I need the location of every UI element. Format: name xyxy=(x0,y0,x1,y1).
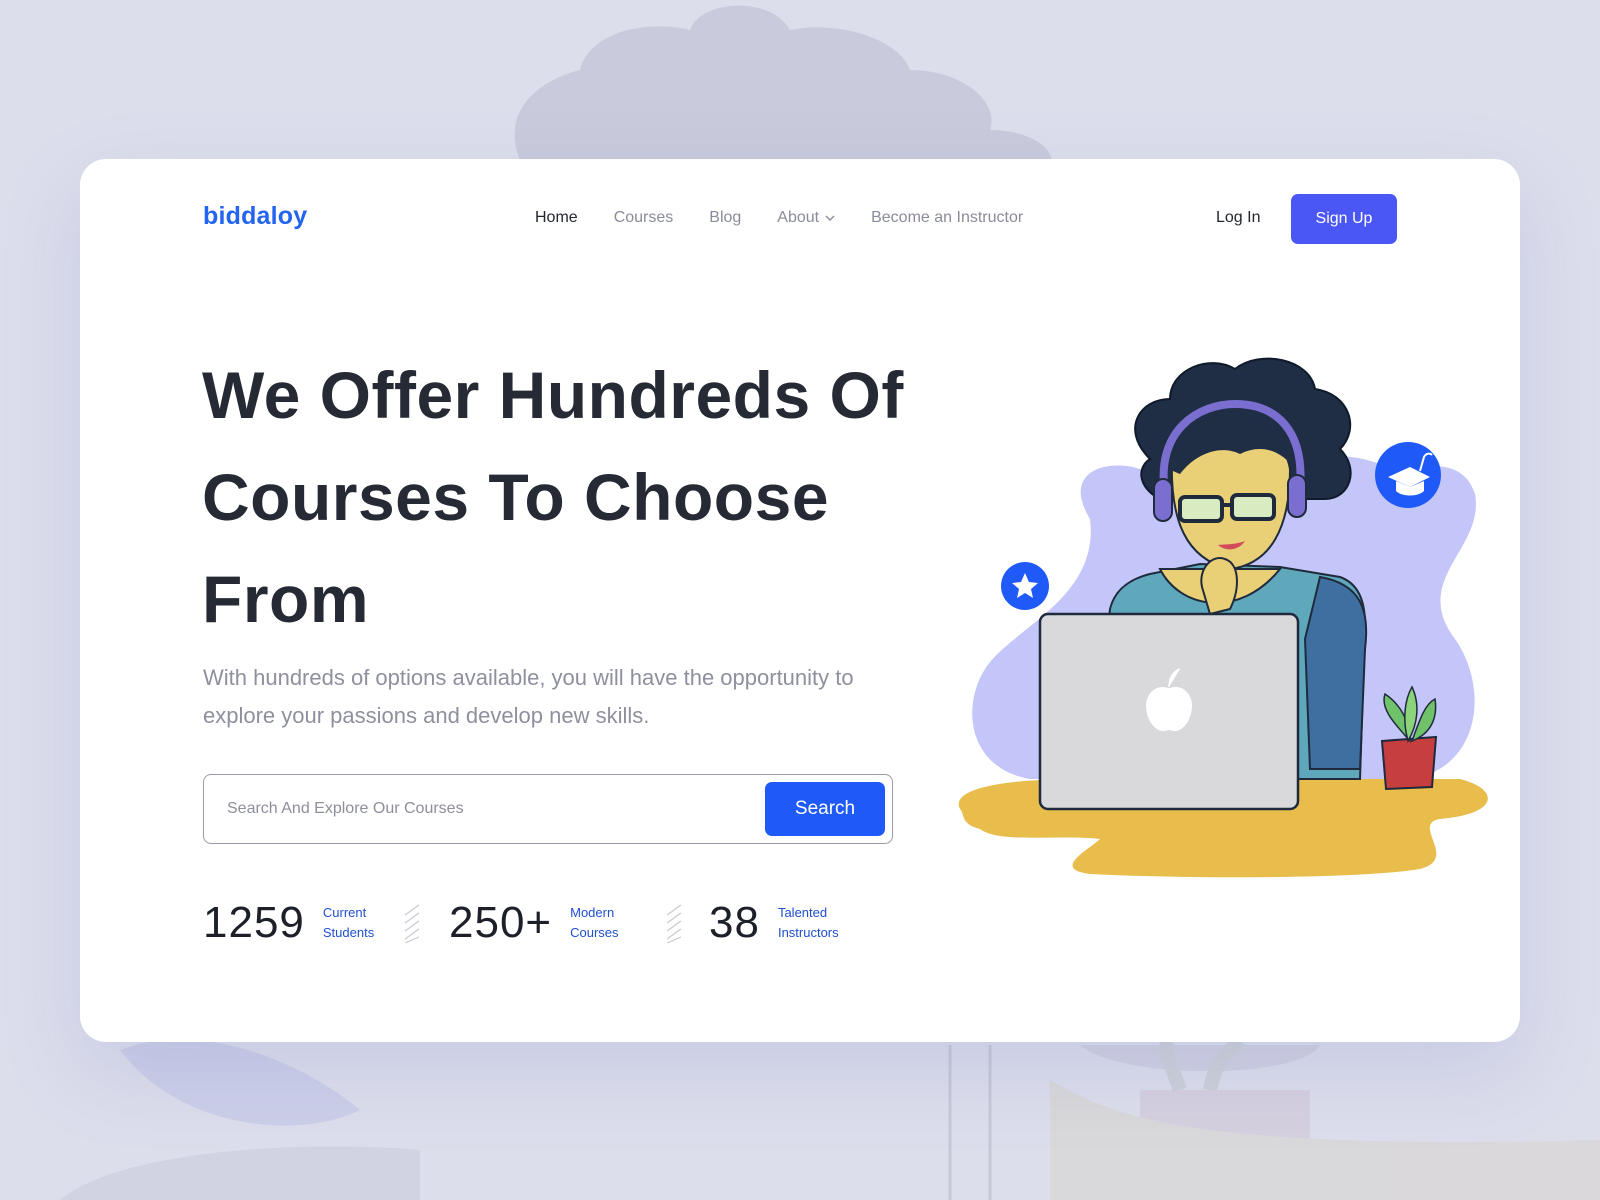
nav-item-blog[interactable]: Blog xyxy=(709,209,741,227)
stat-label-line: Students xyxy=(322,925,375,940)
main-nav: Home Courses Blog About Become an Instru… xyxy=(535,209,1059,227)
hero-illustration xyxy=(958,357,1488,878)
hero-title-line-1: We Offer Hundreds Of xyxy=(202,358,904,432)
search-input[interactable] xyxy=(227,791,747,827)
stat-label: Current Students xyxy=(323,903,393,943)
hero-title: We Offer Hundreds Of Courses To Choose F… xyxy=(202,344,942,650)
hero-card: biddaloy Home Courses Blog About Become … xyxy=(80,159,1520,1042)
stat-label: Talented Instructors xyxy=(778,903,848,943)
stat-label-line: Talented xyxy=(777,905,828,920)
stat-instructors: 38 Talented Instructors xyxy=(709,893,848,953)
stat-divider xyxy=(404,904,420,943)
stat-label-line: Courses xyxy=(570,925,619,940)
search-bar: Search xyxy=(203,774,893,844)
nav-item-about-label: About xyxy=(777,209,820,226)
hero-description: With hundreds of options available, you … xyxy=(203,665,854,728)
stat-label-line: Modern xyxy=(570,905,615,920)
search-button[interactable]: Search xyxy=(765,782,885,836)
stat-divider xyxy=(666,904,682,943)
login-link[interactable]: Log In xyxy=(1216,209,1260,227)
hero-title-line-3: From xyxy=(202,562,369,636)
chevron-down-icon xyxy=(825,215,835,221)
signup-button[interactable]: Sign Up xyxy=(1291,194,1397,244)
stat-value: 1259 xyxy=(203,898,305,947)
stat-label-line: Instructors xyxy=(777,925,839,940)
star-badge-icon xyxy=(1001,562,1049,610)
stat-courses: 250+ Modern Courses xyxy=(449,893,640,953)
stat-value: 38 xyxy=(709,898,760,947)
nav-item-courses[interactable]: Courses xyxy=(614,209,674,227)
nav-item-home[interactable]: Home xyxy=(535,209,578,227)
hand xyxy=(1200,557,1238,616)
stat-value: 250+ xyxy=(449,898,553,947)
nav-item-about[interactable]: About xyxy=(777,209,835,227)
brand-logo[interactable]: biddaloy xyxy=(203,202,307,231)
stat-label-line: Current xyxy=(322,905,367,920)
nav-item-become-instructor[interactable]: Become an Instructor xyxy=(871,209,1023,227)
graduation-cap-badge-icon xyxy=(1375,442,1441,508)
sleeve xyxy=(1303,575,1368,770)
stat-label: Modern Courses xyxy=(570,903,640,943)
stat-students: 1259 Current Students xyxy=(203,893,393,953)
laptop-icon xyxy=(1038,612,1300,811)
hero-title-line-2: Courses To Choose xyxy=(202,460,830,534)
